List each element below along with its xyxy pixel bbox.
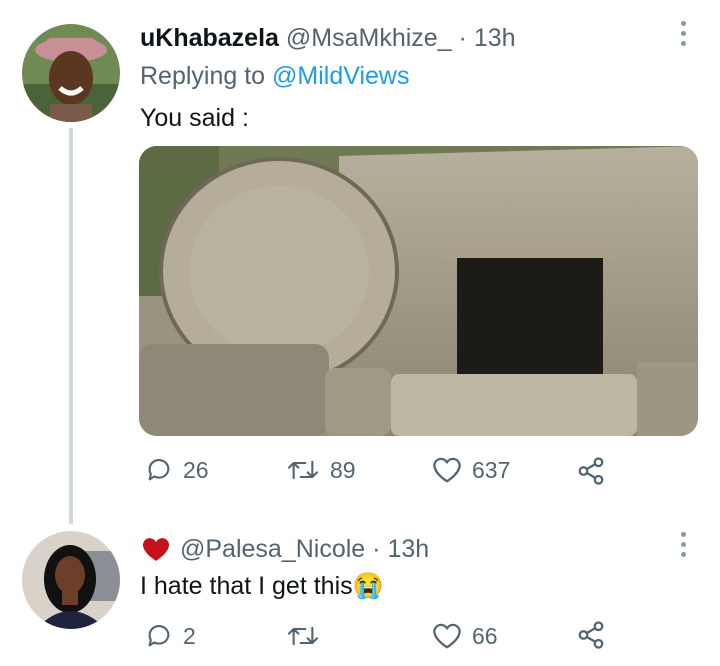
retweet-count: 89 [330, 456, 356, 483]
reply-header: @Palesa_Nicole · 13h [180, 533, 429, 565]
avatar-ukhabazela[interactable] [22, 24, 120, 122]
separator: · [458, 24, 467, 52]
reply-text: I hate that I get this [140, 572, 353, 600]
replying-to-prefix: Replying to [140, 62, 266, 90]
heart-filled-icon [142, 538, 170, 561]
retweet-button[interactable]: 89 [286, 456, 356, 484]
tweet-header: uKhabazela @MsaMkhize_ · 13h [140, 22, 516, 54]
tweet-text: You said : [140, 104, 249, 132]
reply-timestamp[interactable]: 13h [387, 535, 429, 563]
retweet-icon [287, 460, 319, 480]
tweet-image[interactable] [139, 146, 698, 436]
reply-icon [148, 625, 170, 647]
reply-button[interactable]: 26 [145, 456, 209, 484]
reply-more-options-icon[interactable] [679, 532, 687, 557]
replying-to: Replying to @MildViews [140, 60, 409, 92]
like-button[interactable]: 637 [432, 456, 510, 484]
share-icon [578, 457, 604, 485]
retweet-icon [287, 626, 319, 646]
reply-like-button[interactable]: 66 [432, 622, 498, 650]
heart-icon [433, 457, 461, 483]
share-button[interactable] [576, 456, 606, 486]
reply-text-line: I hate that I get this😭 [140, 570, 384, 602]
reply-icon [148, 459, 170, 481]
reply-retweet-button[interactable] [286, 622, 330, 650]
reply-separator: · [372, 535, 381, 563]
reply-count: 26 [183, 456, 209, 483]
more-options-icon[interactable] [679, 21, 687, 46]
thread-connector-line [69, 128, 73, 524]
reply-reply-button[interactable]: 2 [145, 622, 196, 650]
like-count: 637 [472, 456, 511, 483]
timestamp[interactable]: 13h [474, 24, 516, 52]
share-icon [578, 621, 604, 649]
reply-reply-count: 2 [183, 622, 196, 649]
reply-share-button[interactable] [576, 620, 606, 650]
replying-to-handle[interactable]: @MildViews [272, 62, 409, 90]
avatar-palesa-nicole[interactable] [22, 531, 120, 629]
crying-emoji: 😭 [352, 572, 384, 600]
reply-like-count: 66 [472, 622, 498, 649]
heart-icon [433, 623, 461, 649]
handle[interactable]: @MsaMkhize_ [286, 24, 452, 52]
display-name[interactable]: uKhabazela [140, 24, 279, 52]
reply-handle[interactable]: @Palesa_Nicole [180, 535, 365, 563]
liked-by-author-badge [141, 536, 171, 567]
